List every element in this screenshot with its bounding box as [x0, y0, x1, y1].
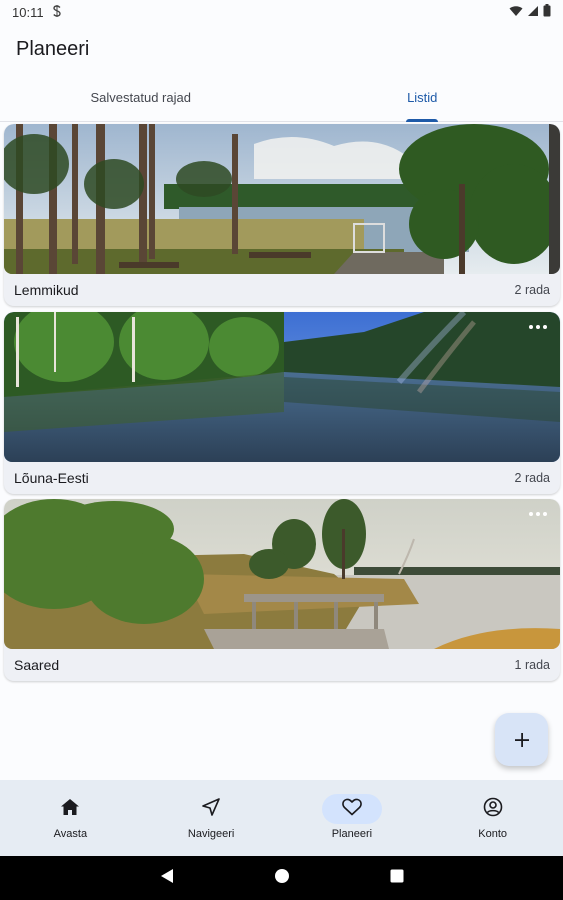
- system-navigation-bar: [0, 856, 563, 900]
- status-time: 10:11: [12, 4, 44, 20]
- list-name: Saared: [14, 657, 60, 673]
- recents-square-icon: [390, 869, 404, 888]
- dot: [529, 325, 533, 329]
- nav-icon-container: [463, 794, 523, 824]
- bottom-navigation: Avasta Navigeeri Planeeri Konto: [0, 780, 563, 856]
- navigation-arrow-icon: [202, 797, 220, 821]
- nav-item-avasta[interactable]: Avasta: [0, 780, 141, 856]
- signal-icon: [527, 5, 539, 20]
- list-card[interactable]: Saared 1 rada: [4, 499, 560, 681]
- list-name: Lemmikud: [14, 282, 79, 298]
- bog-lake-boardwalk-photo: [4, 499, 560, 649]
- dot: [529, 512, 533, 516]
- dot: [543, 512, 547, 516]
- back-triangle-icon: [160, 868, 174, 889]
- nav-icon-container: [181, 794, 241, 824]
- list-card[interactable]: Lemmikud 2 rada: [4, 124, 560, 306]
- nav-label: Navigeeri: [187, 828, 235, 840]
- trail-count: 2 rada: [514, 283, 550, 297]
- home-icon: [61, 798, 80, 820]
- nav-icon-container: [321, 794, 382, 824]
- card-footer: Lemmikud 2 rada: [4, 274, 560, 306]
- card-footer: Saared 1 rada: [4, 649, 560, 681]
- status-left: 10:11: [12, 4, 62, 20]
- plus-icon: [514, 732, 530, 748]
- dot: [543, 325, 547, 329]
- tab-saved-trails[interactable]: Salvestatud rajad: [0, 74, 282, 121]
- dot: [536, 512, 540, 516]
- tab-bar: Salvestatud rajad Listid: [0, 74, 563, 122]
- card-footer: Lõuna-Eesti 2 rada: [4, 462, 560, 494]
- nav-icon-container: [40, 794, 100, 824]
- tab-label: Listid: [407, 90, 438, 105]
- status-bar: 10:11: [0, 0, 563, 24]
- back-button[interactable]: [157, 868, 177, 888]
- screen: 10:11 Planeeri Salvestatud rajad Listid: [0, 0, 563, 900]
- recents-button[interactable]: [387, 868, 407, 888]
- battery-icon: [543, 4, 551, 20]
- forest-river-reflection-photo: [4, 312, 560, 462]
- add-list-button[interactable]: [495, 713, 548, 766]
- more-options-button[interactable]: [526, 507, 550, 521]
- nav-item-planeeri[interactable]: Planeeri: [282, 780, 423, 856]
- app-bar: Planeeri: [0, 24, 563, 74]
- pine-forest-lake-with-dock-photo: [4, 124, 560, 274]
- trail-count: 2 rada: [514, 471, 550, 485]
- s-icon: [52, 4, 62, 20]
- home-button[interactable]: [272, 868, 292, 888]
- tab-lists[interactable]: Listid: [282, 74, 563, 122]
- account-circle-icon: [483, 797, 503, 822]
- status-right: [509, 4, 551, 20]
- wifi-icon: [509, 5, 523, 20]
- more-options-button[interactable]: [526, 320, 550, 334]
- page-title: Planeeri: [16, 37, 90, 60]
- list-name: Lõuna-Eesti: [14, 470, 89, 486]
- nav-item-konto[interactable]: Konto: [422, 780, 563, 856]
- home-circle-icon: [274, 868, 290, 889]
- tab-label: Salvestatud rajad: [90, 90, 191, 105]
- active-tab-indicator: [406, 119, 439, 122]
- nav-label: Planeeri: [331, 828, 373, 840]
- nav-label: Konto: [478, 828, 507, 840]
- heart-icon: [342, 798, 362, 821]
- dot: [536, 325, 540, 329]
- nav-item-navigeeri[interactable]: Navigeeri: [141, 780, 282, 856]
- list-card[interactable]: Lõuna-Eesti 2 rada: [4, 312, 560, 494]
- nav-label: Avasta: [53, 828, 88, 840]
- trail-count: 1 rada: [514, 658, 550, 672]
